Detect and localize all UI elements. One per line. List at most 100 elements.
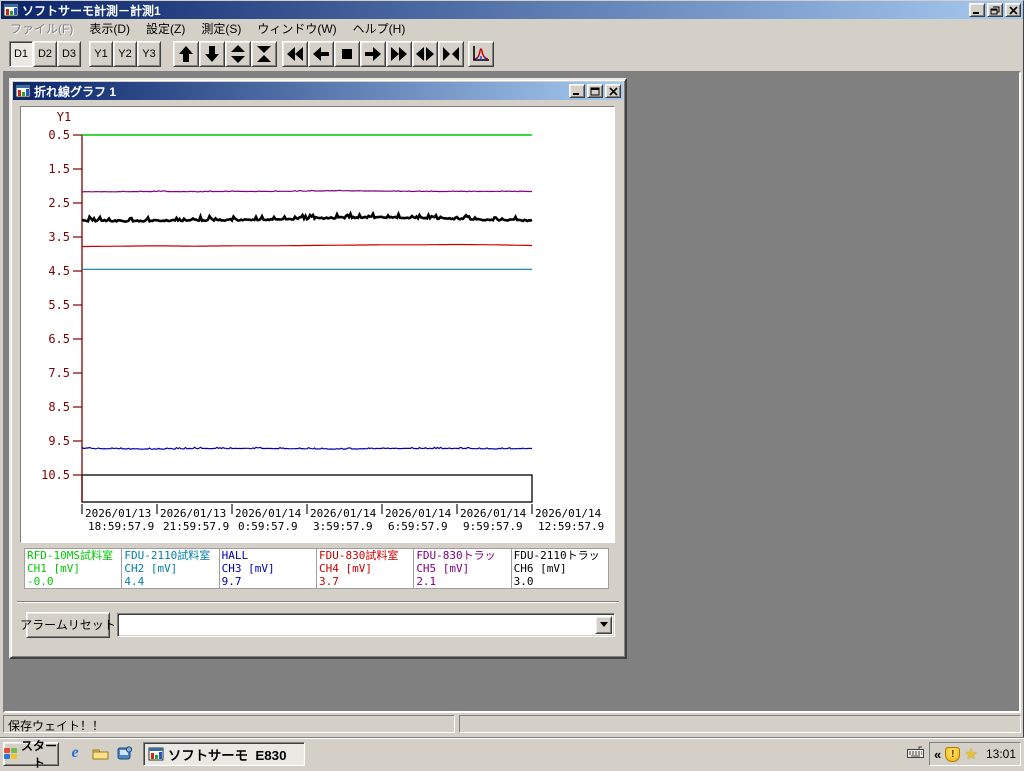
taskbar-app-icon [148, 747, 164, 761]
outlook-express-icon[interactable] [116, 743, 134, 763]
restore-button[interactable] [987, 3, 1003, 17]
series-line-ch5 [82, 190, 532, 192]
legend-cell-ch6: FDU-2110トラッCH6 [mV]3.0 [512, 549, 608, 588]
svg-text:2026/01/13: 2026/01/13 [85, 507, 151, 520]
menu-window[interactable]: ウィンドウ(W) [249, 18, 344, 39]
stop-icon [337, 44, 357, 64]
toolbar-down-arrow-button[interactable] [199, 41, 225, 67]
step-back-icon [311, 44, 331, 64]
svg-text:12:59:57.9: 12:59:57.9 [538, 520, 604, 533]
internet-explorer-icon[interactable]: e [66, 743, 84, 763]
svg-text:0.5: 0.5 [48, 128, 70, 142]
fast-forward-icon [389, 44, 409, 64]
series-line-ch3 [82, 447, 532, 449]
graph-close-button[interactable] [605, 84, 621, 98]
combobox-dropdown-button[interactable] [595, 616, 612, 634]
graph-child-window: 折れ線グラフ 1 0.51.52.53.54.55.56.57.58.59.51… [9, 78, 627, 659]
expand-vertical-icon [228, 44, 248, 64]
svg-text:2026/01/14: 2026/01/14 [235, 507, 302, 520]
main-window: ソフトサーモ計測－計測1 ファイル(F)表示(D)設定(Z)測定(S)ウィンドウ… [0, 0, 1024, 768]
close-button[interactable] [1005, 3, 1021, 17]
toolbar-rewind-button[interactable] [282, 41, 308, 67]
tray-chevron[interactable]: « [934, 747, 941, 762]
svg-text:5.5: 5.5 [48, 298, 70, 312]
toolbar-y2-button[interactable]: Y2 [113, 41, 137, 67]
toolbar-expand-horizontal-button[interactable] [412, 41, 438, 67]
graph-titlebar: 折れ線グラフ 1 [13, 82, 623, 100]
series-line-ch4 [82, 245, 532, 247]
svg-text:6:59:57.9: 6:59:57.9 [388, 520, 448, 533]
mdi-client-area: 折れ線グラフ 1 0.51.52.53.54.55.56.57.58.59.51… [3, 71, 1021, 713]
toolbar-d2-button[interactable]: D2 [33, 41, 57, 67]
minimize-button[interactable] [969, 3, 985, 17]
channel-legend: RFD-10MS試料室CH1 [mV]-0.0FDU-2110試料室CH2 [m… [24, 548, 609, 589]
svg-text:21:59:57.9: 21:59:57.9 [163, 520, 229, 533]
up-arrow-icon [176, 44, 196, 64]
svg-text:Y1: Y1 [57, 110, 71, 124]
svg-text:2026/01/13: 2026/01/13 [160, 507, 226, 520]
window-title: ソフトサーモ計測－計測1 [22, 2, 969, 19]
svg-text:6.5: 6.5 [48, 332, 70, 346]
quick-launch-bar: e [66, 743, 134, 763]
svg-text:7.5: 7.5 [48, 366, 70, 380]
collapse-vertical-icon [254, 44, 274, 64]
graph-window-title: 折れ線グラフ 1 [34, 83, 569, 100]
svg-text:8.5: 8.5 [48, 400, 70, 414]
toolbar-step-back-button[interactable] [308, 41, 334, 67]
legend-cell-ch3: HALLCH3 [mV]9.7 [220, 549, 317, 588]
show-desktop-icon[interactable] [91, 743, 109, 763]
toolbar-collapse-horizontal-button[interactable] [438, 41, 464, 67]
collapse-horizontal-icon [441, 44, 461, 64]
chevron-down-icon [600, 622, 608, 627]
alarm-combobox[interactable] [117, 613, 615, 637]
taskbar-app-button[interactable]: ソフトサーモ E830 [143, 742, 305, 766]
graph-maximize-button[interactable] [587, 84, 603, 98]
star-tray-icon[interactable]: ★ [964, 747, 977, 762]
toolbar-expand-vertical-button[interactable] [225, 41, 251, 67]
alarm-reset-button[interactable]: アラームリセット [26, 612, 110, 638]
toolbar-collapse-vertical-button[interactable] [251, 41, 277, 67]
svg-text:9.5: 9.5 [48, 434, 70, 448]
svg-text:0:59:57.9: 0:59:57.9 [238, 520, 298, 533]
toolbar-d3-button[interactable]: D3 [57, 41, 81, 67]
expand-horizontal-icon [415, 44, 435, 64]
menu-help[interactable]: ヘルプ(H) [345, 18, 414, 39]
chart-panel: 0.51.52.53.54.55.56.57.58.59.510.5Y12026… [20, 106, 615, 543]
graph-minimize-button[interactable] [569, 84, 585, 98]
toolbar-graph-button[interactable] [468, 41, 494, 67]
menu-view[interactable]: 表示(D) [81, 18, 138, 39]
series-line-ch6 [82, 214, 532, 222]
legend-cell-ch1: RFD-10MS試料室CH1 [mV]-0.0 [25, 549, 122, 588]
toolbar-fast-forward-button[interactable] [386, 41, 412, 67]
legend-cell-ch5: FDU-830トラッCH5 [mV]2.1 [414, 549, 511, 588]
toolbar-stop-button[interactable] [334, 41, 360, 67]
menubar: ファイル(F)表示(D)設定(Z)測定(S)ウィンドウ(W)ヘルプ(H) [1, 19, 1023, 38]
keyboard-tray-icon[interactable] [907, 746, 924, 758]
toolbar-up-arrow-button[interactable] [173, 41, 199, 67]
svg-text:2026/01/14: 2026/01/14 [460, 507, 527, 520]
app-icon [3, 3, 19, 17]
start-button[interactable]: スタート [3, 742, 59, 766]
graph-icon [472, 45, 490, 63]
main-titlebar: ソフトサーモ計測－計測1 [1, 1, 1023, 19]
system-tray: « ! ★ 13:01 [929, 742, 1021, 766]
toolbar-d1-button[interactable]: D1 [9, 41, 33, 67]
taskbar: スタート e ソフトサーモ E830 [0, 738, 1024, 768]
security-shield-icon[interactable]: ! [945, 747, 960, 762]
svg-text:2026/01/14: 2026/01/14 [310, 507, 377, 520]
menu-file: ファイル(F) [2, 18, 81, 39]
alarm-row: アラームリセット [26, 611, 615, 638]
svg-text:2.5: 2.5 [48, 196, 70, 210]
rewind-icon [285, 44, 305, 64]
toolbar-y3-button[interactable]: Y3 [137, 41, 161, 67]
toolbar-step-forward-button[interactable] [360, 41, 386, 67]
tray-clock: 13:01 [986, 747, 1016, 761]
menu-settings[interactable]: 設定(Z) [138, 18, 193, 39]
svg-text:18:59:57.9: 18:59:57.9 [88, 520, 154, 533]
toolbar-y1-button[interactable]: Y1 [89, 41, 113, 67]
svg-text:1.5: 1.5 [48, 162, 70, 176]
taskbar-app-label: ソフトサーモ E830 [168, 745, 287, 764]
start-button-label: スタート [20, 737, 58, 771]
svg-text:4.5: 4.5 [48, 264, 70, 278]
menu-measure[interactable]: 測定(S) [193, 18, 249, 39]
